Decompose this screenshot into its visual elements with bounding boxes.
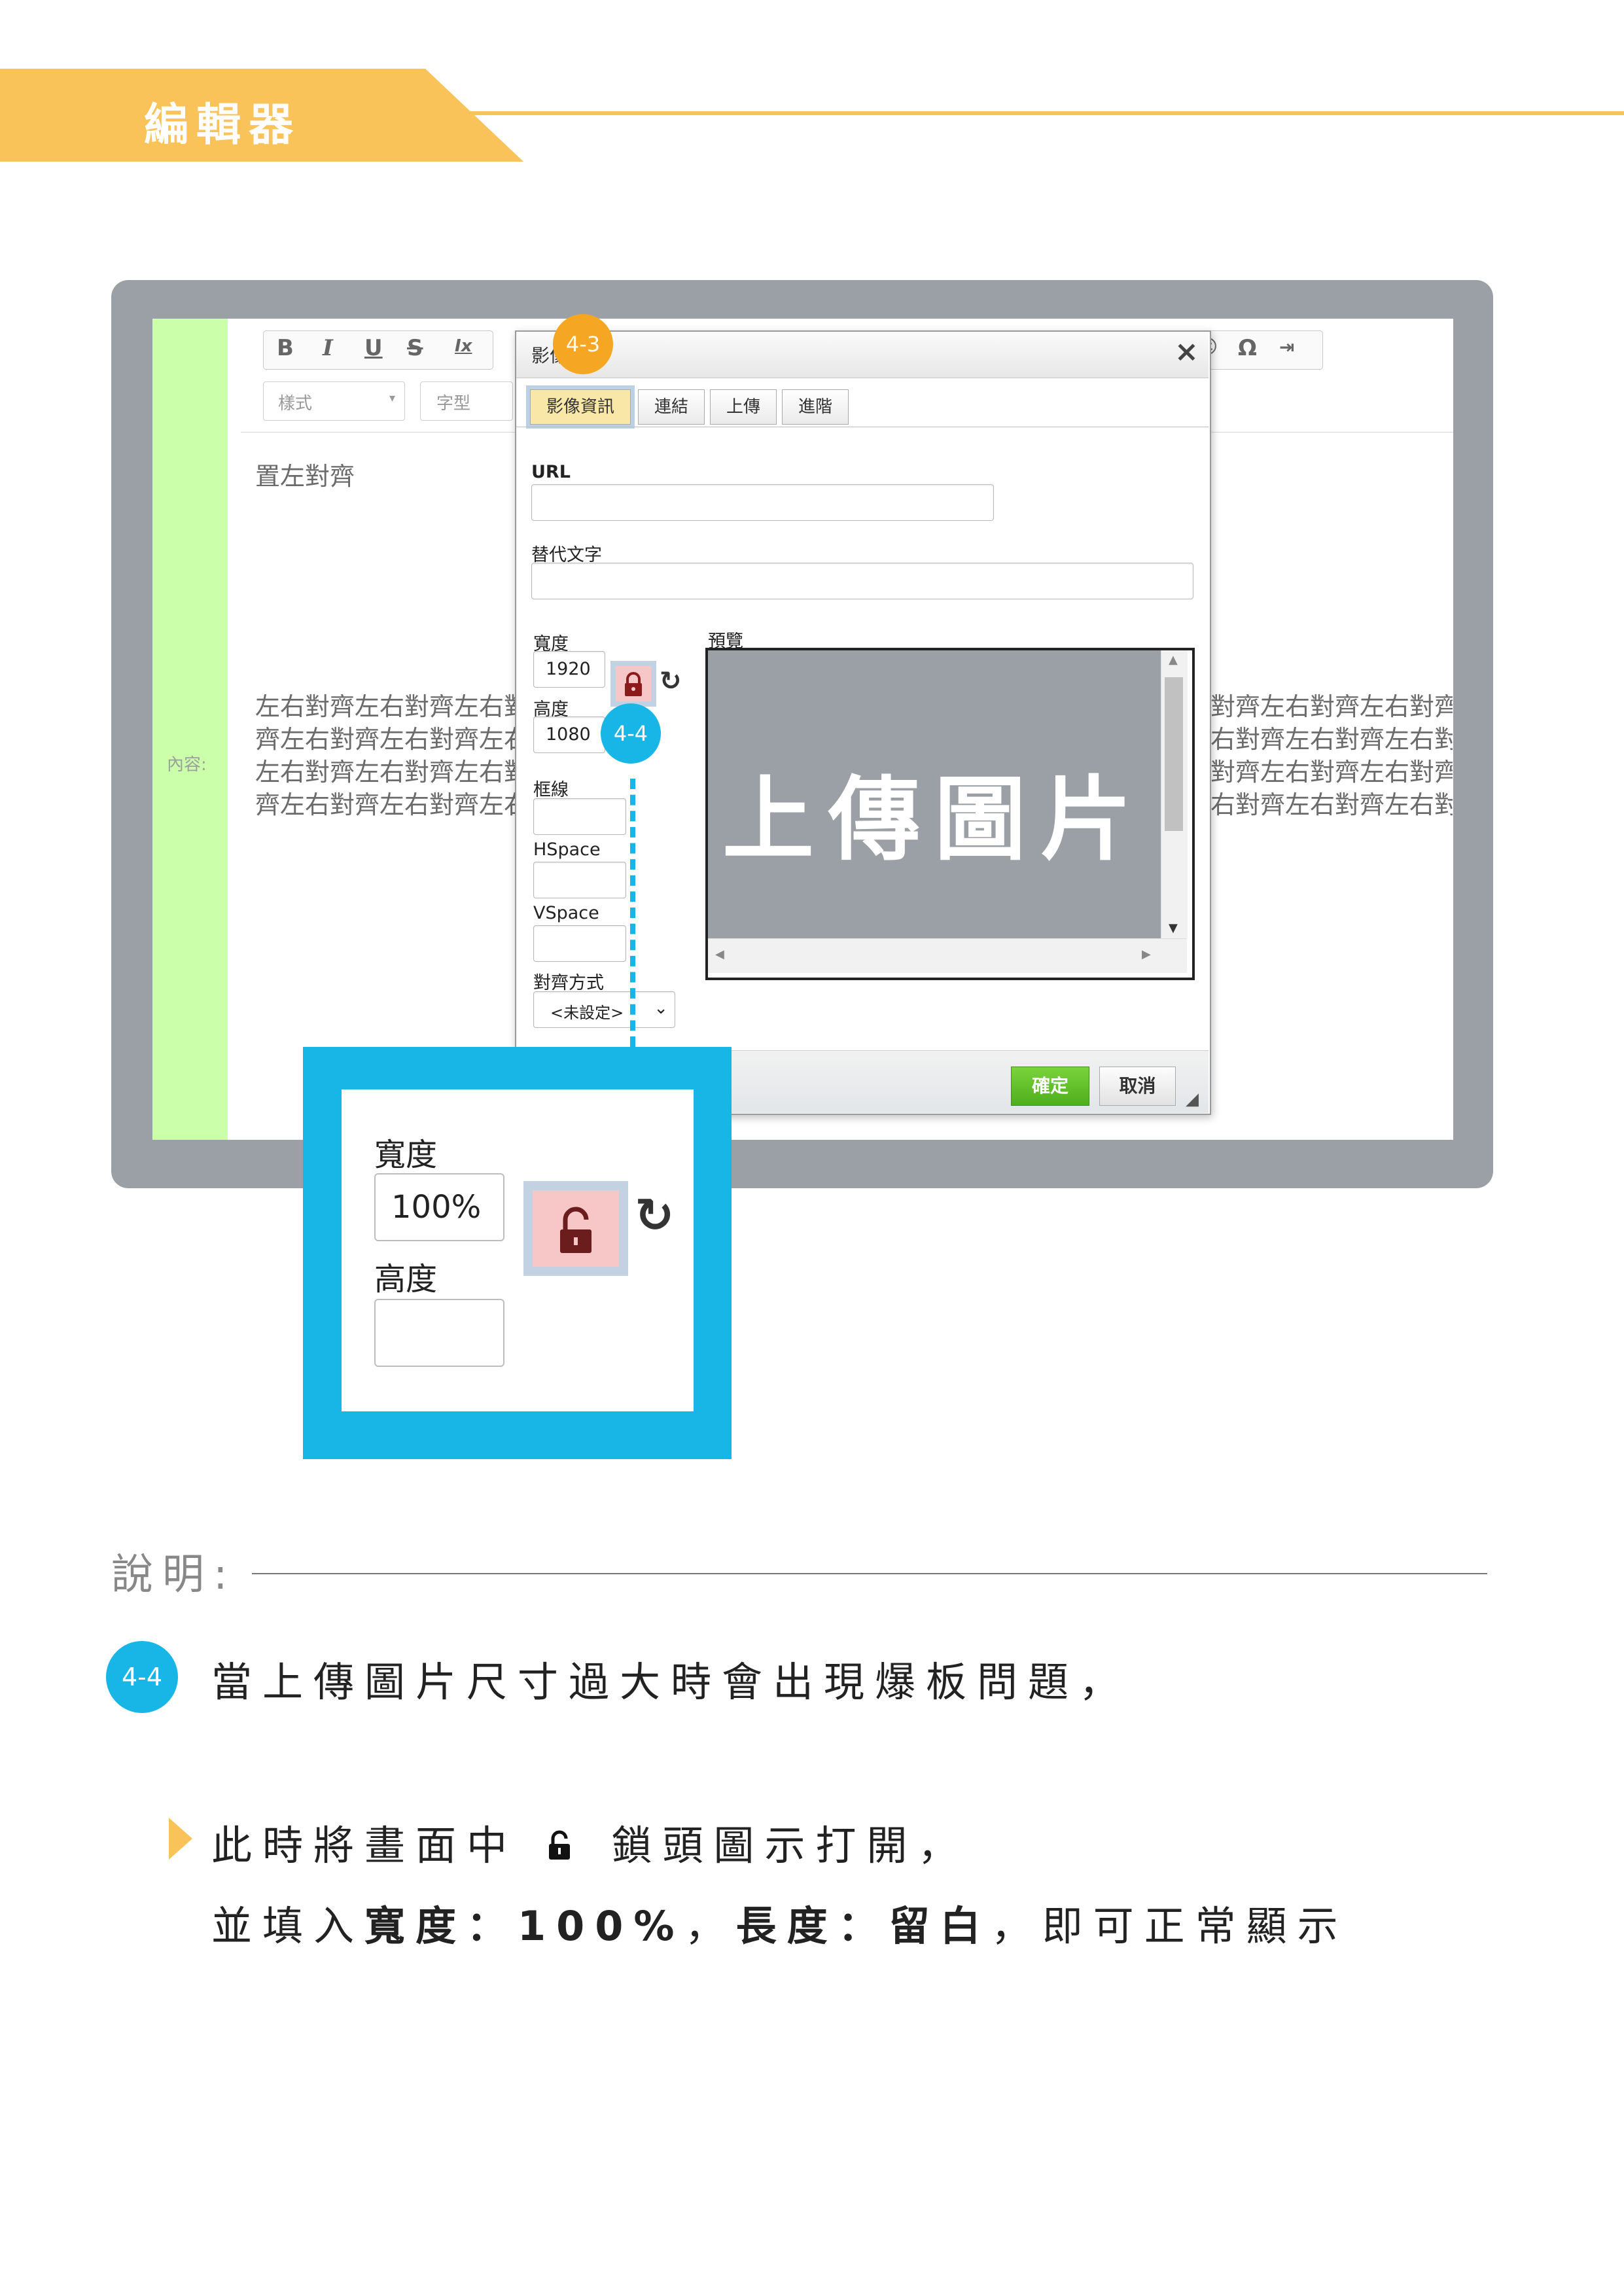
scroll-up-icon[interactable]: ▲ <box>1169 653 1178 667</box>
step-badge-4-3: 4-3 <box>553 314 613 374</box>
preview-scroll-thumb[interactable] <box>1165 677 1183 831</box>
zoom-height-label: 高度 <box>374 1261 438 1298</box>
cancel-button[interactable]: 取消 <box>1099 1067 1176 1106</box>
resize-grip-icon[interactable]: ◢ <box>1186 1089 1199 1109</box>
vspace-input[interactable] <box>533 925 626 962</box>
alignment-select[interactable]: <未設定> ⌄ <box>533 991 675 1028</box>
explanation-step-badge: 4-4 <box>106 1641 178 1713</box>
ok-button[interactable]: 確定 <box>1011 1067 1089 1106</box>
tab-advanced[interactable]: 進階 <box>782 389 849 425</box>
border-input[interactable] <box>533 798 626 835</box>
justified-text-right: 對齊左右對齊左右對齊 右對齊左右對齊左右對齊 對齊左右對齊左右對齊 右對齊左右對… <box>1210 692 1453 819</box>
page-title: 編輯器 <box>144 99 302 151</box>
dialog-titlebar[interactable] <box>516 332 1209 378</box>
strikethrough-button[interactable]: S <box>407 335 423 361</box>
scroll-down-icon[interactable]: ▼ <box>1169 921 1178 935</box>
left-aligned-text: 置左對齊 <box>255 462 355 491</box>
url-input[interactable] <box>531 484 994 521</box>
explanation-line-2: 此時將畫面中 鎖頭圖示打開， <box>211 1822 969 1869</box>
zoom-height-input[interactable] <box>374 1299 504 1367</box>
lock-ratio-button[interactable] <box>610 661 656 707</box>
hspace-input[interactable] <box>533 862 626 898</box>
special-char-button[interactable]: Ω <box>1238 335 1257 361</box>
width-input[interactable]: 1920 <box>533 651 605 688</box>
italic-button[interactable]: I <box>323 335 333 361</box>
explanation-line-1: 當上傳圖片尺寸過大時會出現爆板問題， <box>211 1658 1131 1706</box>
underline-button[interactable]: U <box>364 335 383 361</box>
vspace-label: VSpace <box>533 903 599 923</box>
bold-button[interactable]: B <box>277 335 294 361</box>
justified-text-left: 左右對齊左右對齊左右對 齊左右對齊左右對齊左右 左右對齊左右對齊左右對 齊左右對… <box>255 692 516 819</box>
clear-format-button[interactable]: Ix <box>455 336 472 356</box>
alt-text-input[interactable] <box>531 563 1193 599</box>
explanation-title: 說明: <box>111 1551 237 1599</box>
chevron-down-icon: ⌄ <box>654 998 668 1018</box>
hspace-label: HSpace <box>533 839 601 860</box>
font-combo[interactable]: 字型 <box>420 381 513 421</box>
zoom-width-label: 寬度 <box>374 1137 438 1173</box>
step-badge-4-4: 4-4 <box>601 703 661 764</box>
lock-icon <box>625 672 642 696</box>
unlock-icon <box>560 1207 591 1253</box>
close-icon[interactable]: × <box>1174 335 1199 368</box>
tab-image-info[interactable]: 影像資訊 <box>530 389 631 425</box>
explanation-line-3: 並填入寬度：100%，長度：留白，即可正常顯示 <box>211 1902 1349 1950</box>
tab-upload[interactable]: 上傳 <box>710 389 777 425</box>
header-rule <box>458 111 1624 115</box>
tab-link[interactable]: 連結 <box>638 389 705 425</box>
zoom-callout-content: 寬度 100% 高度 ↻ <box>342 1089 694 1411</box>
chevron-down-icon: ▾ <box>389 391 395 405</box>
zoom-connector <box>630 779 635 1047</box>
lock-icon <box>548 1830 570 1860</box>
page-break-icon[interactable]: ⇥ <box>1279 336 1294 358</box>
zoom-width-input[interactable]: 100% <box>374 1173 504 1241</box>
content-label-column <box>152 319 228 1140</box>
preview-image-text: 上傳圖片 <box>722 767 1146 874</box>
reset-size-icon[interactable]: ↻ <box>660 666 682 696</box>
content-label: 內容: <box>167 755 207 775</box>
height-input[interactable]: 1080 <box>533 716 605 753</box>
zoom-reset-size-icon[interactable]: ↻ <box>635 1188 674 1243</box>
border-label: 框線 <box>533 780 569 800</box>
url-label: URL <box>531 462 571 482</box>
scroll-right-icon[interactable]: ▶ <box>1142 947 1151 961</box>
explanation-rule <box>252 1573 1487 1574</box>
bullet-triangle <box>169 1818 192 1860</box>
alignment-label: 對齊方式 <box>533 973 604 993</box>
format-combo[interactable]: 樣式 ▾ <box>263 381 405 421</box>
preview-horizontal-scrollbar[interactable] <box>708 938 1187 973</box>
scroll-left-icon[interactable]: ◀ <box>715 947 724 961</box>
zoom-lock-ratio-button[interactable] <box>523 1181 628 1276</box>
